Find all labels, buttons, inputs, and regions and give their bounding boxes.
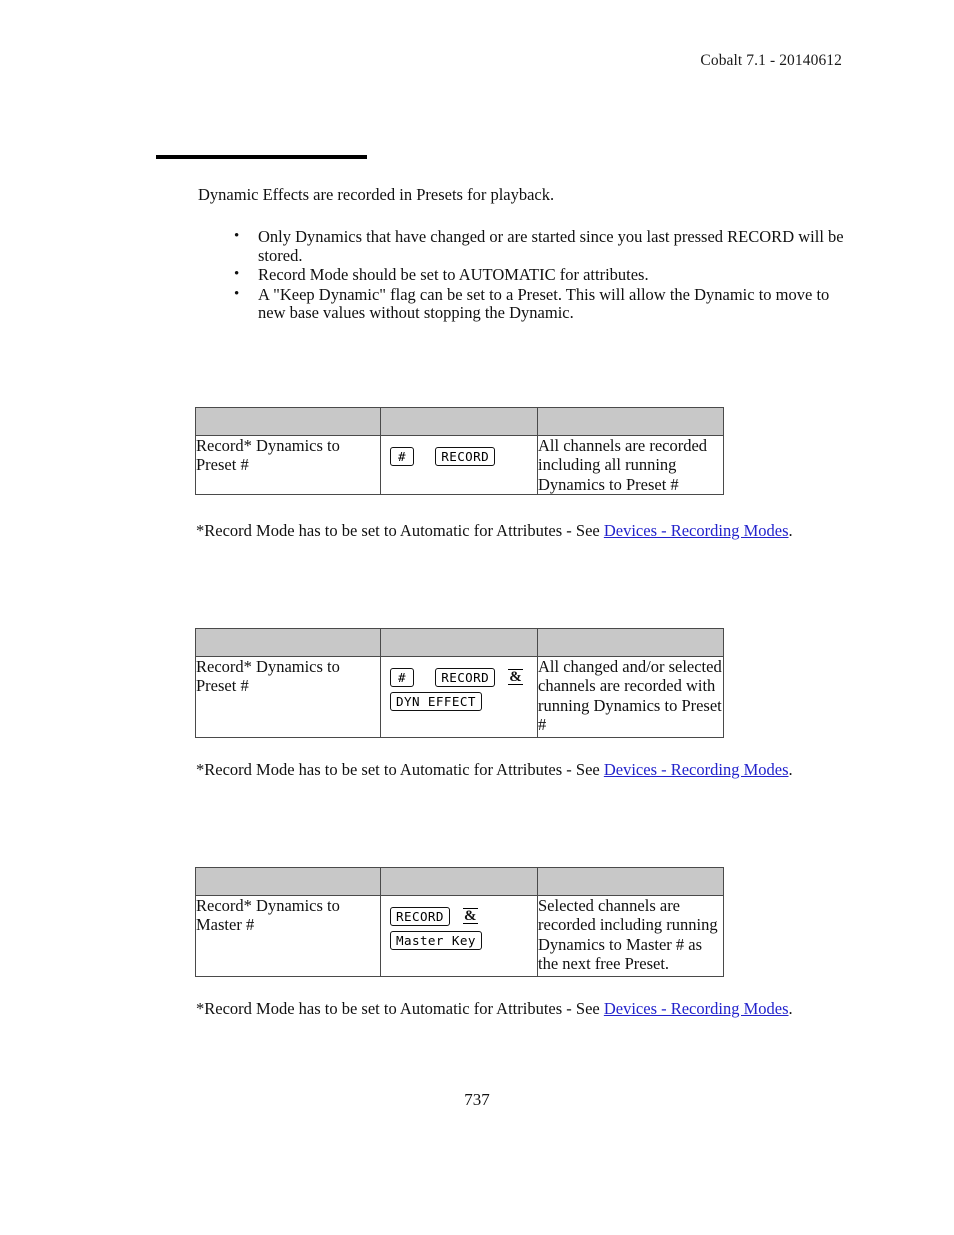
result-cell: All channels are recorded including all …: [537, 434, 724, 496]
list-item-text: A "Keep Dynamic" flag can be set to a Pr…: [258, 284, 830, 323]
table-row: Record* Dynamics to Master # RECORD & Ma…: [195, 895, 724, 977]
table-header-cell-action: [195, 867, 381, 896]
table-header-cell-action: [195, 628, 381, 657]
list-item: • A "Keep Dynamic" flag can be set to a …: [232, 284, 852, 323]
footnote-prefix: *Record Mode has to be set to Automatic …: [196, 521, 604, 540]
action-cell: Record* Dynamics to Preset #: [195, 434, 381, 496]
bullet-marker: •: [234, 228, 240, 244]
footnote-prefix: *Record Mode has to be set to Automatic …: [196, 760, 604, 779]
section-divider-rule: [156, 155, 367, 159]
footnote-suffix: .: [788, 999, 793, 1018]
list-item-text: Only Dynamics that have changed or are s…: [258, 227, 844, 265]
table-row: Record* Dynamics to Preset # # RECORD & …: [195, 656, 724, 738]
key-record[interactable]: RECORD: [390, 906, 450, 926]
key-command-table-1: Record* Dynamics to Preset # # RECORD Al…: [195, 407, 724, 496]
key-command-table-2: Record* Dynamics to Preset # # RECORD & …: [195, 628, 724, 738]
running-header: Cobalt 7.1 - 20140612: [700, 52, 842, 69]
ampersand-connector: &: [508, 669, 523, 686]
table-header-cell-result: [537, 628, 724, 657]
table-header-row: [195, 867, 724, 896]
list-item-text: Record Mode should be set to AUTOMATIC f…: [258, 265, 649, 285]
key-sequence-line: # RECORD: [390, 445, 529, 466]
key-record[interactable]: RECORD: [435, 446, 496, 466]
footnote-suffix: .: [788, 521, 793, 540]
key-sequence-line: DYN EFFECT: [390, 691, 529, 712]
footnote-2: *Record Mode has to be set to Automatic …: [196, 760, 793, 780]
footnote-3: *Record Mode has to be set to Automatic …: [196, 999, 793, 1019]
table-header-row: [195, 407, 724, 436]
ampersand-connector: &: [463, 908, 478, 925]
link-devices-recording-modes[interactable]: Devices - Recording Modes: [604, 760, 789, 779]
key-record[interactable]: RECORD: [435, 667, 496, 687]
action-cell: Record* Dynamics to Preset #: [195, 656, 381, 738]
bullet-marker: •: [234, 285, 240, 302]
footnote-suffix: .: [788, 760, 793, 779]
result-cell: All changed and/or selected channels are…: [537, 656, 724, 738]
bullet-marker: •: [234, 266, 240, 283]
key-sequence-line: RECORD &: [390, 905, 529, 926]
result-cell: Selected channels are recorded including…: [537, 895, 724, 977]
key-master-key[interactable]: Master Key: [390, 931, 482, 951]
keys-cell: # RECORD & DYN EFFECT: [380, 656, 538, 738]
bullet-list: • Only Dynamics that have changed or are…: [232, 227, 852, 324]
table-header-cell-action: [195, 407, 381, 436]
table-header-cell-keys: [380, 407, 538, 436]
link-devices-recording-modes[interactable]: Devices - Recording Modes: [604, 999, 789, 1018]
table-header-cell-result: [537, 867, 724, 896]
document-page: Cobalt 7.1 - 20140612 Dynamic Effects ar…: [0, 0, 954, 1235]
keys-cell: # RECORD: [380, 434, 538, 496]
table-header-row: [195, 628, 724, 657]
key-sequence-line: # RECORD &: [390, 666, 529, 687]
action-cell: Record* Dynamics to Master #: [195, 895, 381, 977]
table-header-cell-keys: [380, 628, 538, 657]
list-item: • Record Mode should be set to AUTOMATIC…: [232, 265, 852, 285]
footnote-prefix: *Record Mode has to be set to Automatic …: [196, 999, 604, 1018]
key-dyn-effect[interactable]: DYN EFFECT: [390, 692, 482, 712]
key-hash[interactable]: #: [390, 667, 414, 687]
key-command-table-3: Record* Dynamics to Master # RECORD & Ma…: [195, 867, 724, 977]
keys-cell: RECORD & Master Key: [380, 895, 538, 977]
table-row: Record* Dynamics to Preset # # RECORD Al…: [195, 434, 724, 496]
list-item: • Only Dynamics that have changed or are…: [232, 227, 852, 265]
key-hash[interactable]: #: [390, 446, 414, 466]
intro-paragraph: Dynamic Effects are recorded in Presets …: [198, 185, 555, 204]
footnote-1: *Record Mode has to be set to Automatic …: [196, 521, 793, 541]
table-header-cell-keys: [380, 867, 538, 896]
key-sequence-line: Master Key: [390, 930, 529, 951]
link-devices-recording-modes[interactable]: Devices - Recording Modes: [604, 521, 789, 540]
page-number: 737: [464, 1090, 490, 1109]
table-header-cell-result: [537, 407, 724, 436]
